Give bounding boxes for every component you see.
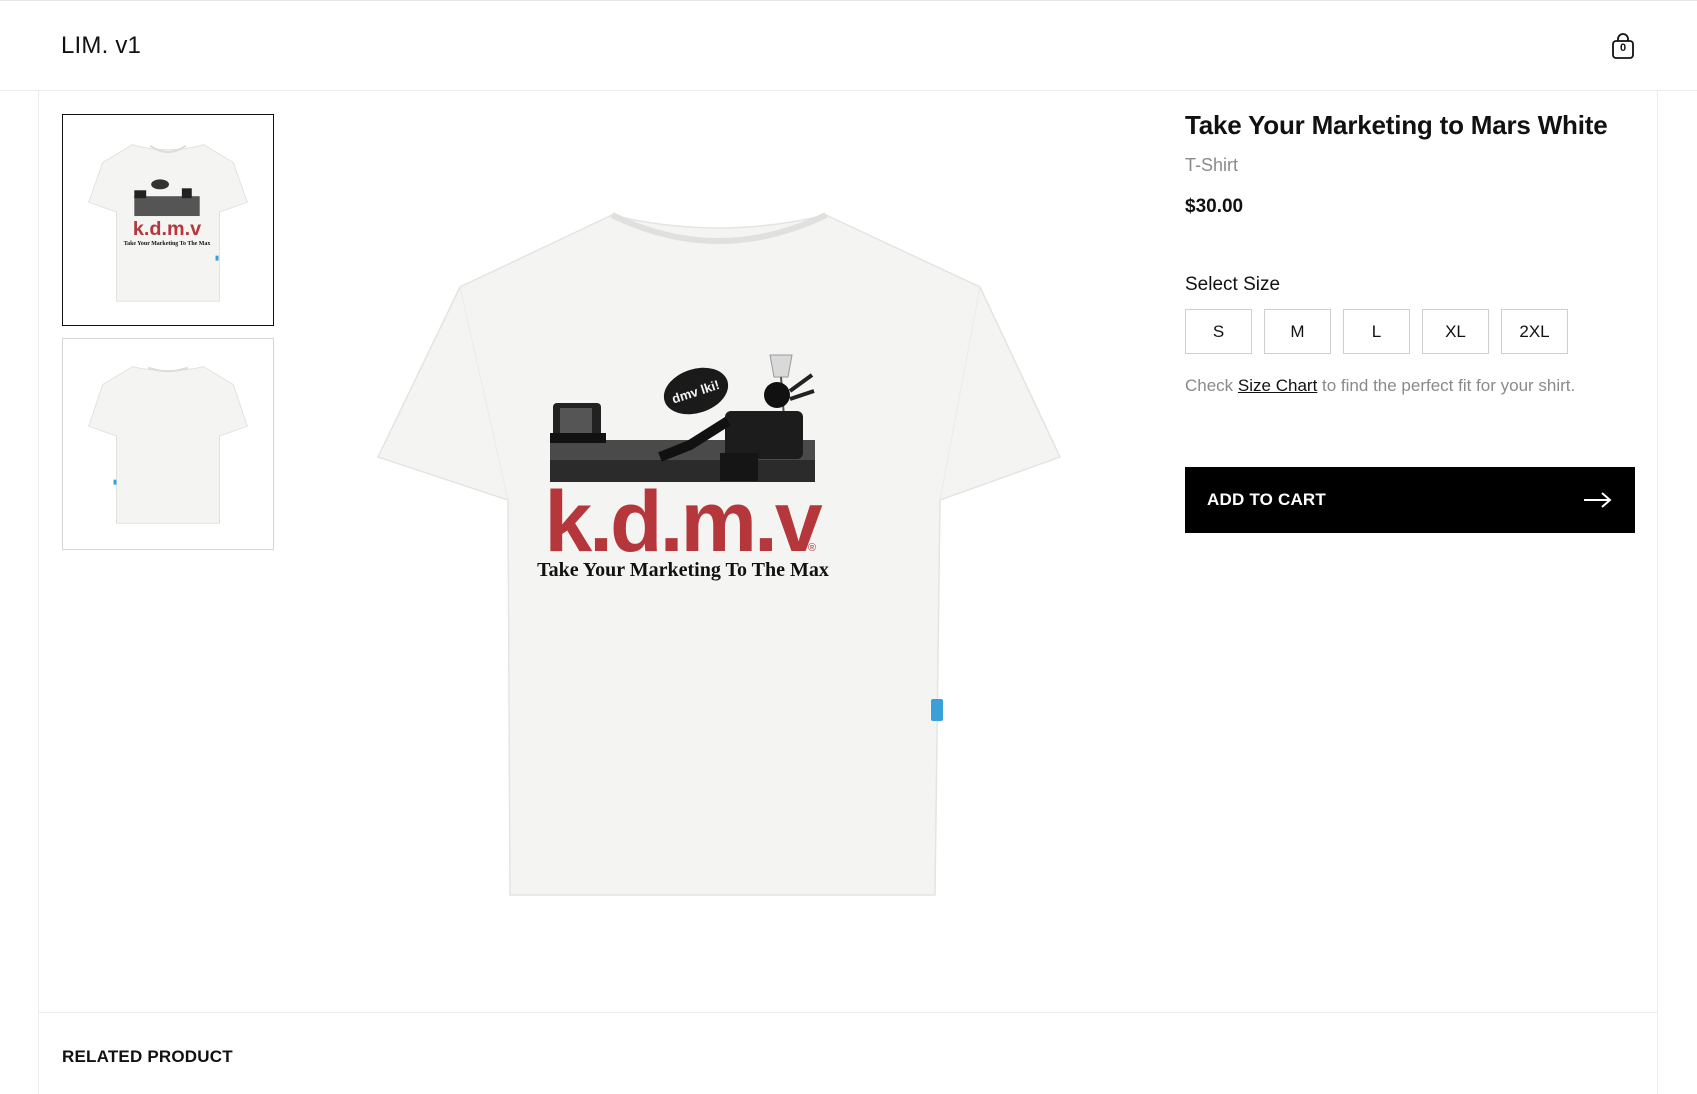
size-option-xl[interactable]: XL <box>1422 309 1489 354</box>
add-to-cart-label: ADD TO CART <box>1207 490 1326 509</box>
section-divider <box>38 1012 1658 1013</box>
product-category: T-Shirt <box>1185 155 1239 175</box>
cart-button[interactable]: 0 <box>1609 32 1637 60</box>
select-size-label: Select Size <box>1185 274 1281 295</box>
arrow-right-icon <box>1584 492 1612 508</box>
content-frame-right <box>1657 91 1658 1094</box>
tshirt-front-thumbnail-image: k.d.m.v Take Your Marketing To The Max <box>88 144 248 302</box>
related-product-heading: RELATED PRODUCT <box>62 1047 233 1066</box>
size-option-s[interactable]: S <box>1185 309 1252 354</box>
thumbnail-back[interactable] <box>62 338 274 550</box>
main-product-image[interactable]: dmv lki! k.d.m.v ® Take Your Marketing T… <box>360 195 1080 915</box>
product-info-panel: Take Your Marketing to Mars White T-Shir… <box>1185 110 1635 533</box>
size-option-l[interactable]: L <box>1343 309 1410 354</box>
svg-text:®: ® <box>808 542 816 554</box>
size-option-2xl[interactable]: 2XL <box>1501 309 1568 354</box>
product-price: $30.00 <box>1185 196 1244 217</box>
thumbnail-front[interactable]: k.d.m.v Take Your Marketing To The Max <box>62 114 274 326</box>
site-header: LIM. v1 0 <box>0 0 1697 91</box>
svg-text:k.d.m.v: k.d.m.v <box>133 218 201 240</box>
print-tagline-text: Take Your Marketing To The Max <box>537 559 829 581</box>
size-help-text: Check Size Chart to find the perfect fit… <box>1185 376 1575 396</box>
tshirt-front-image: dmv lki! k.d.m.v ® Take Your Marketing T… <box>376 212 1062 896</box>
size-help-prefix: Check <box>1185 376 1234 395</box>
svg-text:Take Your Marketing To The Max: Take Your Marketing To The Max <box>124 241 211 247</box>
size-help-suffix: to find the perfect fit for your shirt. <box>1322 376 1576 395</box>
cart-count-badge: 0 <box>1619 42 1627 54</box>
tshirt-back-thumbnail-image <box>88 366 248 524</box>
size-option-m[interactable]: M <box>1264 309 1331 354</box>
size-selector: S M L XL 2XL <box>1185 309 1568 354</box>
add-to-cart-button[interactable]: ADD TO CART <box>1185 467 1635 533</box>
product-title: Take Your Marketing to Mars White <box>1185 110 1608 140</box>
size-chart-link[interactable]: Size Chart <box>1238 376 1317 395</box>
site-logo[interactable]: LIM. v1 <box>61 32 141 60</box>
print-brand-text: k.d.m.v <box>544 474 823 570</box>
content-frame-left <box>38 91 39 1094</box>
